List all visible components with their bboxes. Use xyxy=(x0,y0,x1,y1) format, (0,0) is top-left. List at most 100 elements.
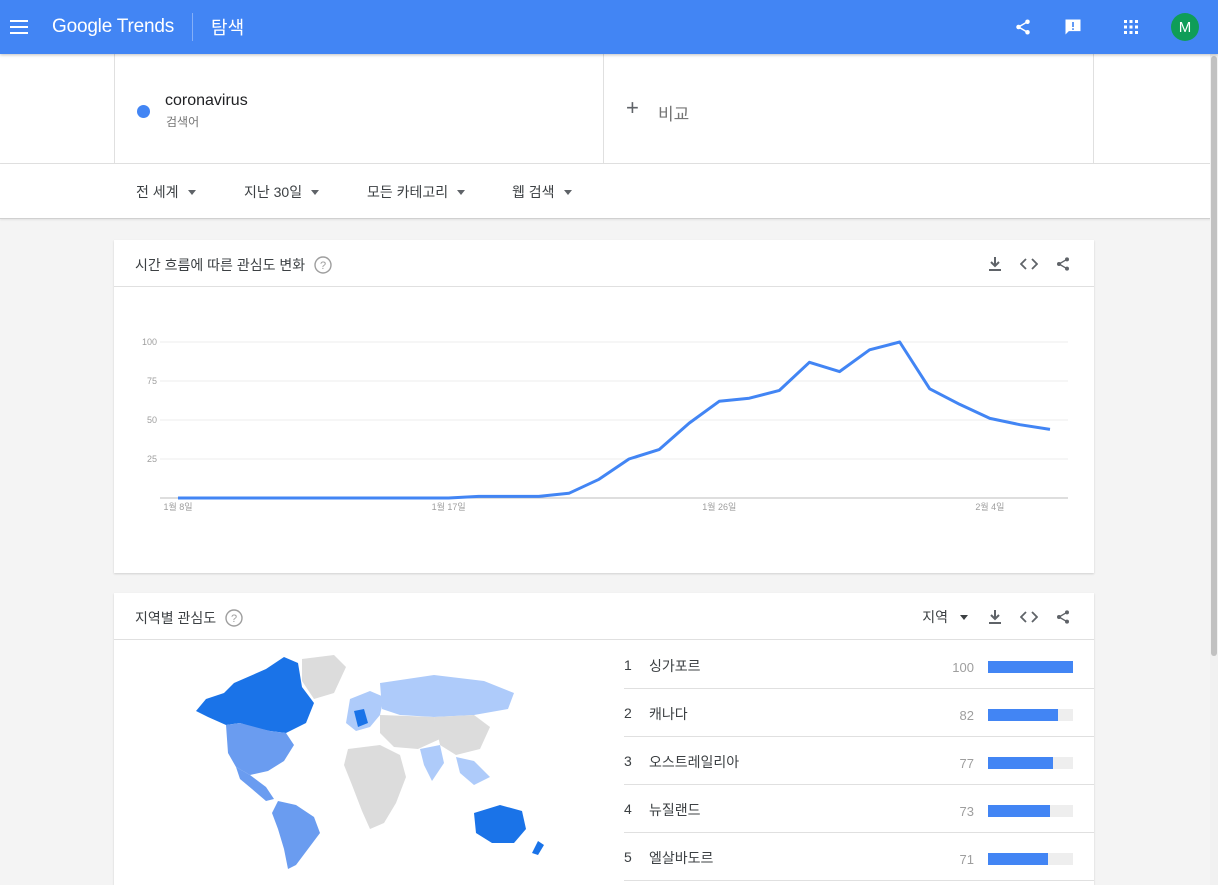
filter-time-range[interactable]: 지난 30일 xyxy=(244,182,320,202)
embed-icon xyxy=(1020,611,1038,623)
x-tick-label: 2월 4일 xyxy=(975,501,1004,512)
download-button[interactable] xyxy=(978,250,1012,278)
share-button[interactable] xyxy=(999,0,1047,54)
region-bar-track xyxy=(988,853,1073,865)
page-scrollbar[interactable] xyxy=(1210,54,1218,885)
dropdown-caret-icon xyxy=(187,189,196,195)
world-map-icon[interactable] xyxy=(174,653,554,873)
svg-text:?: ? xyxy=(320,260,326,272)
apps-button[interactable] xyxy=(1099,0,1163,54)
search-term-type: 검색어 xyxy=(166,115,200,129)
y-tick-label: 75 xyxy=(147,376,157,386)
region-value: 82 xyxy=(959,708,974,723)
svg-text:?: ? xyxy=(231,613,237,625)
region-bar-fill xyxy=(988,709,1058,721)
region-rank: 2 xyxy=(624,705,632,721)
download-icon xyxy=(989,257,1001,271)
embed-button[interactable] xyxy=(1012,603,1046,631)
region-rank: 1 xyxy=(624,657,632,673)
filter-category[interactable]: 모든 카테고리 xyxy=(367,182,466,202)
region-value: 77 xyxy=(959,756,974,771)
filter-time-range-label: 지난 30일 xyxy=(244,184,303,200)
filter-location[interactable]: 전 세계 xyxy=(136,182,196,202)
download-button[interactable] xyxy=(978,603,1012,631)
region-value: 100 xyxy=(952,660,974,675)
region-value: 73 xyxy=(959,804,974,819)
region-bar-fill xyxy=(988,661,1073,673)
help-icon[interactable]: ? xyxy=(314,256,332,274)
filter-search-type[interactable]: 웹 검색 xyxy=(512,182,572,202)
filter-category-label: 모든 카테고리 xyxy=(367,184,449,200)
filter-location-label: 전 세계 xyxy=(136,184,179,200)
region-name[interactable]: 오스트레일리아 xyxy=(649,752,739,772)
share-chart-button[interactable] xyxy=(1046,250,1080,278)
x-tick-label: 1월 8일 xyxy=(163,501,192,512)
search-term-card[interactable]: coronavirus 검색어 xyxy=(114,54,604,164)
region-bar-fill xyxy=(988,853,1049,865)
share-region-button[interactable] xyxy=(1046,603,1080,631)
menu-icon xyxy=(10,20,28,34)
region-bar-track xyxy=(988,805,1073,817)
avatar[interactable]: M xyxy=(1171,13,1199,41)
region-level-select[interactable]: 지역 xyxy=(922,607,968,627)
term-color-dot xyxy=(137,105,150,118)
share-icon xyxy=(1057,257,1069,271)
filter-search-type-label: 웹 검색 xyxy=(512,184,555,200)
embed-button[interactable] xyxy=(1012,250,1046,278)
y-tick-label: 50 xyxy=(147,415,157,425)
x-tick-label: 1월 26일 xyxy=(702,501,736,512)
region-rank: 4 xyxy=(624,801,632,817)
region-row[interactable]: 4 뉴질랜드 73 xyxy=(624,785,1094,833)
download-icon xyxy=(989,610,1001,624)
region-name[interactable]: 뉴질랜드 xyxy=(649,800,701,820)
region-rank: 5 xyxy=(624,849,632,865)
embed-icon xyxy=(1020,258,1038,270)
dropdown-caret-icon xyxy=(563,189,572,195)
y-tick-label: 25 xyxy=(147,454,157,464)
region-level-label: 지역 xyxy=(922,609,948,625)
interest-over-time-title: 시간 흐름에 따른 관심도 변화 xyxy=(135,257,306,273)
region-ranking-list: 1 싱가포르 100 2 캐나다 82 3 오스트레일리아 77 4 뉴질랜드 73 5 엘살바도르 71 xyxy=(624,641,1094,881)
interest-by-region-title: 지역별 관심도 xyxy=(135,610,217,626)
region-value: 71 xyxy=(959,852,974,867)
top-app-bar: Google Trends 탐색 M xyxy=(0,0,1218,54)
region-row[interactable]: 5 엘살바도르 71 xyxy=(624,833,1094,881)
dropdown-caret-icon xyxy=(457,189,466,195)
filter-bar: 전 세계 지난 30일 모든 카테고리 웹 검색 xyxy=(0,164,1218,219)
y-tick-label: 100 xyxy=(142,337,157,347)
menu-button[interactable] xyxy=(0,0,38,54)
region-row[interactable]: 3 오스트레일리아 77 xyxy=(624,737,1094,785)
compare-card[interactable]: + 비교 xyxy=(604,54,1094,164)
region-bar-fill xyxy=(988,805,1051,817)
region-rank: 3 xyxy=(624,753,632,769)
compare-label[interactable]: 비교 xyxy=(658,100,689,125)
region-name[interactable]: 캐나다 xyxy=(649,704,688,724)
interest-over-time-chart: 25 50 75 100 1월 8일 1월 17일 1월 26일 2월 4일 xyxy=(142,337,1068,512)
feedback-icon xyxy=(1065,19,1081,35)
share-icon xyxy=(1057,610,1069,624)
x-tick-label: 1월 17일 xyxy=(432,501,466,512)
topbar-divider xyxy=(192,13,194,41)
dropdown-caret-icon xyxy=(960,614,968,620)
interest-by-region-card: 지역별 관심도 ? 지역 1 싱가포르 100 2 캐나다 82 3 오스트레일… xyxy=(114,593,1094,885)
region-bar-track xyxy=(988,709,1073,721)
region-row[interactable]: 1 싱가포르 100 xyxy=(624,641,1094,689)
region-name[interactable]: 싱가포르 xyxy=(649,656,701,676)
plus-icon: + xyxy=(626,95,639,120)
google-trends-logo[interactable]: Google Trends xyxy=(52,16,174,38)
feedback-button[interactable] xyxy=(1047,0,1099,54)
region-bar-fill xyxy=(988,757,1054,769)
region-bar-track xyxy=(988,757,1073,769)
region-row[interactable]: 2 캐나다 82 xyxy=(624,689,1094,737)
region-bar-track xyxy=(988,661,1073,673)
scrollbar-thumb[interactable] xyxy=(1211,56,1217,656)
share-icon xyxy=(1016,19,1030,35)
region-name[interactable]: 엘살바도르 xyxy=(649,848,713,868)
search-term-name[interactable]: coronavirus xyxy=(165,92,248,110)
help-icon[interactable]: ? xyxy=(225,609,243,627)
page-title: 탐색 xyxy=(211,18,245,38)
dropdown-caret-icon xyxy=(311,189,320,195)
search-term-area: coronavirus 검색어 + 비교 xyxy=(0,54,1218,164)
interest-over-time-card: 시간 흐름에 따른 관심도 변화 ? 25 50 75 100 1월 8일 1월 17일 1… xyxy=(114,240,1094,573)
apps-icon xyxy=(1124,20,1138,34)
